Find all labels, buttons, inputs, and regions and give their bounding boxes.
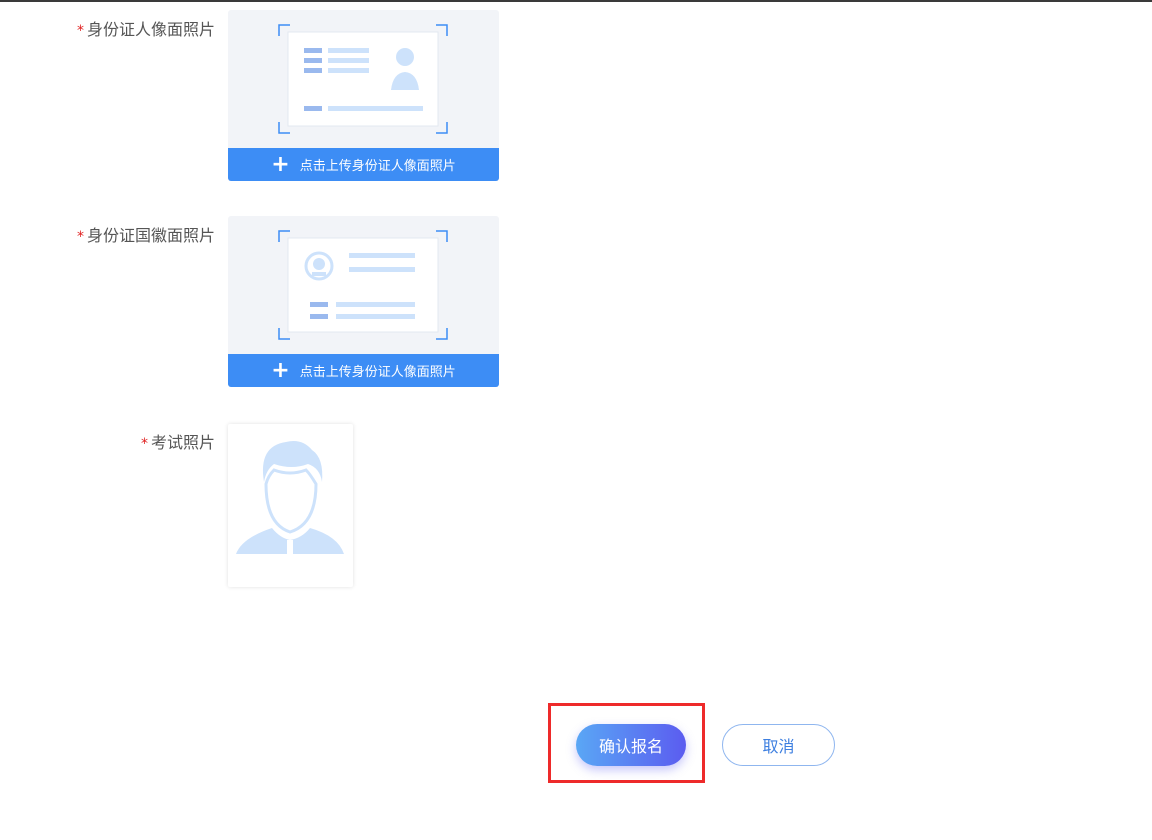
plus-icon: + xyxy=(271,357,290,383)
exam-photo-upload[interactable] xyxy=(228,424,353,587)
id-card-back-icon xyxy=(278,230,448,340)
id-back-label: * 身份证国徽面照片 xyxy=(76,226,215,245)
id-front-upload[interactable]: + 点击上传身份证人像面照片 xyxy=(228,10,499,181)
top-border xyxy=(0,0,1152,2)
cancel-button[interactable]: 取消 xyxy=(722,724,835,766)
id-back-upload[interactable]: + 点击上传身份证人像面照片 xyxy=(228,216,499,387)
id-card-front-icon xyxy=(278,24,448,134)
id-back-upload-bar[interactable]: + 点击上传身份证人像面照片 xyxy=(228,354,499,387)
plus-icon: + xyxy=(271,151,290,177)
required-mark: * xyxy=(140,436,148,452)
id-front-upload-bar[interactable]: + 点击上传身份证人像面照片 xyxy=(228,148,499,181)
exam-photo-label: * 考试照片 xyxy=(140,433,215,452)
required-mark: * xyxy=(76,23,84,39)
id-front-label: * 身份证人像面照片 xyxy=(76,20,215,39)
required-mark: * xyxy=(76,229,84,245)
confirm-signup-button[interactable]: 确认报名 xyxy=(576,724,686,766)
portrait-placeholder-icon xyxy=(236,441,344,554)
